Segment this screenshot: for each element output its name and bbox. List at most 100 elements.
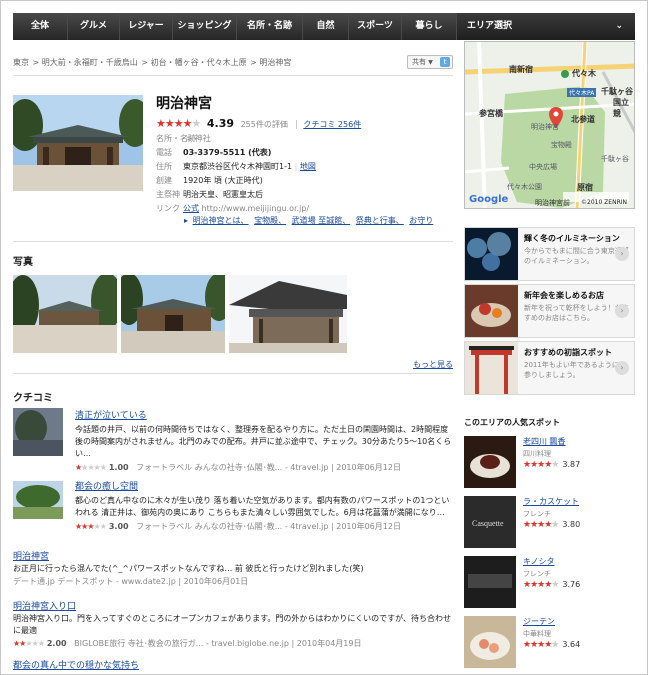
main-photo[interactable] <box>13 95 143 191</box>
more-photos-link[interactable]: もっと見る <box>413 359 453 370</box>
spot-image: Casquette <box>464 496 516 548</box>
subsection-link[interactable]: 宝物殿、 <box>254 216 286 225</box>
promo-title: おすすめの初詣スポット <box>524 348 612 357</box>
nav-item-leisure[interactable]: レジャー <box>120 13 173 40</box>
photos-heading: 写真 <box>13 257 33 268</box>
share-button[interactable]: 共有 ▼ t <box>407 55 453 69</box>
subsection-link[interactable]: お守り <box>409 216 433 225</box>
divider <box>13 75 453 76</box>
map-label: 南新宿 <box>509 65 533 74</box>
review-thumbnail[interactable] <box>13 408 63 456</box>
map-copyright: ©2010 ZENRIN <box>581 199 627 206</box>
promo-card[interactable]: 輝く冬のイルミネーション 今からでもまに間に合う東京近郊のイルミネーション。 › <box>464 227 635 281</box>
rating-stars: ★★★★★ <box>156 117 201 130</box>
review-title-link[interactable]: 都会の癒し空間 <box>75 479 453 492</box>
map-label: 代々木PA <box>567 88 597 97</box>
map-label: 宝物殿 <box>551 141 572 149</box>
map-label: 代々木 <box>572 69 596 78</box>
divider <box>13 241 453 242</box>
review-title-link[interactable]: 都会の真ん中での穏かな気持ち <box>13 658 453 671</box>
spot-name-link[interactable]: キノシタ <box>523 556 554 567</box>
breadcrumb: 東京 > 明大前・永福町・千歳烏山 > 初台・幡ヶ谷・代々木上原 > 明治神宮 <box>13 58 292 67</box>
rating-row: ★★★★★ 4.39 255件の評価 クチコミ 256件 <box>156 117 362 130</box>
review-meta: ★★★★★ 3.00 フォートラベル みんなの社寺･仏閣･教... - 4trav… <box>75 522 401 531</box>
map-label: 千駄ヶ谷 <box>601 87 633 96</box>
spot-category: 四川料理 <box>523 450 551 458</box>
spot-rating: ★★★★★ 3.76 <box>523 580 581 590</box>
promo-image <box>465 228 518 280</box>
area-select-label: エリア選択 <box>467 21 513 31</box>
map-label: 明治神宮 <box>531 123 559 131</box>
nav-item-all[interactable]: 全体 <box>13 13 68 40</box>
twitter-icon[interactable]: t <box>440 57 450 67</box>
category-nav: 全体 グルメ レジャー ショッピング 名所・名跡 自然 スポーツ 暮らし エリア… <box>13 13 635 40</box>
chevron-right-icon[interactable]: › <box>615 304 629 318</box>
promo-image <box>465 285 518 337</box>
divider <box>13 373 453 374</box>
review-meta: ★★★★★ 1.00 フォートラベル みんなの社寺･仏閣･教... - 4trav… <box>75 463 401 472</box>
review-title-link[interactable]: 清正が泣いている <box>75 408 453 421</box>
spot-name-link[interactable]: 老四川 飄香 <box>523 436 566 447</box>
promo-card[interactable]: 新年会を楽しめるお店 新年を祝って乾杯をしよう！おすすめのお店はこちら。 › <box>464 284 635 338</box>
info-address: 住所 東京都渋谷区代々木神園町1-1 | 地図 <box>156 162 316 171</box>
subsection-link[interactable]: 祭典と行事、 <box>356 216 404 225</box>
spot-category: フレンチ <box>523 510 551 518</box>
nav-item-sports[interactable]: スポーツ <box>349 13 402 40</box>
popular-spot[interactable]: Casquette ラ・カスケット フレンチ ★★★★★ 3.80 <box>464 496 635 552</box>
spot-category: 中華料理 <box>523 630 551 638</box>
chevron-right-icon[interactable]: › <box>615 361 629 375</box>
popular-spot[interactable]: ジーテン 中華料理 ★★★★★ 3.64 <box>464 616 635 672</box>
breadcrumb-item[interactable]: 初台・幡ヶ谷・代々木上原 <box>151 58 247 67</box>
subsection-link[interactable]: 武道場 至誠館、 <box>292 216 351 225</box>
popular-spot[interactable]: キノシタ フレンチ ★★★★★ 3.76 <box>464 556 635 612</box>
review-item: 明治神宮入り口 明治神宮入り口。門を入ってすぐのところにオープンカフェがあります… <box>13 599 453 649</box>
info-founded: 創建 1920年 頃 (大正時代) <box>156 176 263 185</box>
info-link: リンク 公式 http://www.meijijingu.or.jp/ <box>156 204 310 213</box>
nav-item-nature[interactable]: 自然 <box>303 13 349 40</box>
rating-score: 4.39 <box>206 117 235 130</box>
official-link[interactable]: 公式 <box>183 204 199 213</box>
map-label: 原宿 <box>577 183 593 192</box>
review-title-link[interactable]: 明治神宮入り口 <box>13 599 453 612</box>
spot-rating: ★★★★★ 3.87 <box>523 460 581 470</box>
review-item: 都会の癒し空間 都心のど真ん中なのに木々が生い茂り 落ち着いた空気があります。都… <box>13 479 453 532</box>
map-label: 千駄ヶ谷 <box>601 155 629 163</box>
review-title-link[interactable]: 明治神宮 <box>13 549 453 562</box>
chevron-right-icon[interactable]: › <box>615 247 629 261</box>
map-link[interactable]: 地図 <box>300 162 316 171</box>
kuchikomi-link[interactable]: クチコミ 256件 <box>296 120 362 129</box>
photo-thumbnail[interactable] <box>229 275 347 353</box>
spot-name-link[interactable]: ジーテン <box>523 616 555 627</box>
area-map[interactable]: 南新宿 代々木 千駄ヶ谷 国立競 代々木PA 参宮橋 北参道 中央広場 宝物殿 … <box>464 41 635 209</box>
nav-item-living[interactable]: 暮らし <box>402 13 457 40</box>
reviews-heading: クチコミ <box>13 393 53 404</box>
review-meta: デート通.jp デートスポット - www.date2.jp | 2010年06… <box>13 577 249 586</box>
nav-item-gourmet[interactable]: グルメ <box>68 13 120 40</box>
promo-card[interactable]: おすすめの初詣スポット 2011年もよい年であるようにお参りしましょう。 › <box>464 341 635 395</box>
nav-item-landmarks[interactable]: 名所・名跡 <box>237 13 303 40</box>
review-body: 明治神宮入り口。門を入ってすぐのところにオープンカフェがあります。門の外からはわ… <box>13 614 451 635</box>
map-label: 中央広場 <box>529 163 557 171</box>
review-count: 255件の評価 <box>240 120 288 129</box>
spot-image <box>464 436 516 488</box>
chevron-down-icon: ⌄ <box>615 21 623 31</box>
subsection-links: ▸ 明治神宮とは、 宝物殿、 武道場 至誠館、 祭典と行事、 お守り <box>184 216 434 225</box>
map-label: 国立競 <box>613 98 629 118</box>
page-title: 明治神宮 <box>156 96 212 112</box>
spot-name-link[interactable]: ラ・カスケット <box>523 496 579 507</box>
photo-thumbnail[interactable] <box>13 275 117 353</box>
photo-thumbnail[interactable] <box>121 275 225 353</box>
popular-spot[interactable]: 老四川 飄香 四川料理 ★★★★★ 3.87 <box>464 436 635 492</box>
map-label: 代々木公園 <box>507 183 542 191</box>
nav-item-shopping[interactable]: ショッピング <box>173 13 237 40</box>
area-select[interactable]: エリア選択 ⌄ <box>457 13 635 40</box>
review-thumbnail[interactable] <box>13 481 63 519</box>
breadcrumb-item[interactable]: 明大前・永福町・千歳烏山 <box>42 58 138 67</box>
official-url: http://www.meijijingu.or.jp/ <box>201 204 310 213</box>
breadcrumb-item[interactable]: 東京 <box>13 58 29 67</box>
review-item: 清正が泣いている 今話題の井戸、以前の何時間待ちではなく、整理券を配るやり方に。… <box>13 408 453 473</box>
page: 全体 グルメ レジャー ショッピング 名所・名跡 自然 スポーツ 暮らし エリア… <box>0 0 648 675</box>
subsection-link[interactable]: 明治神宮とは、 <box>193 216 249 225</box>
spot-image <box>464 616 516 668</box>
info-deity: 主祭神 明治天皇、昭憲皇太后 <box>156 190 263 199</box>
